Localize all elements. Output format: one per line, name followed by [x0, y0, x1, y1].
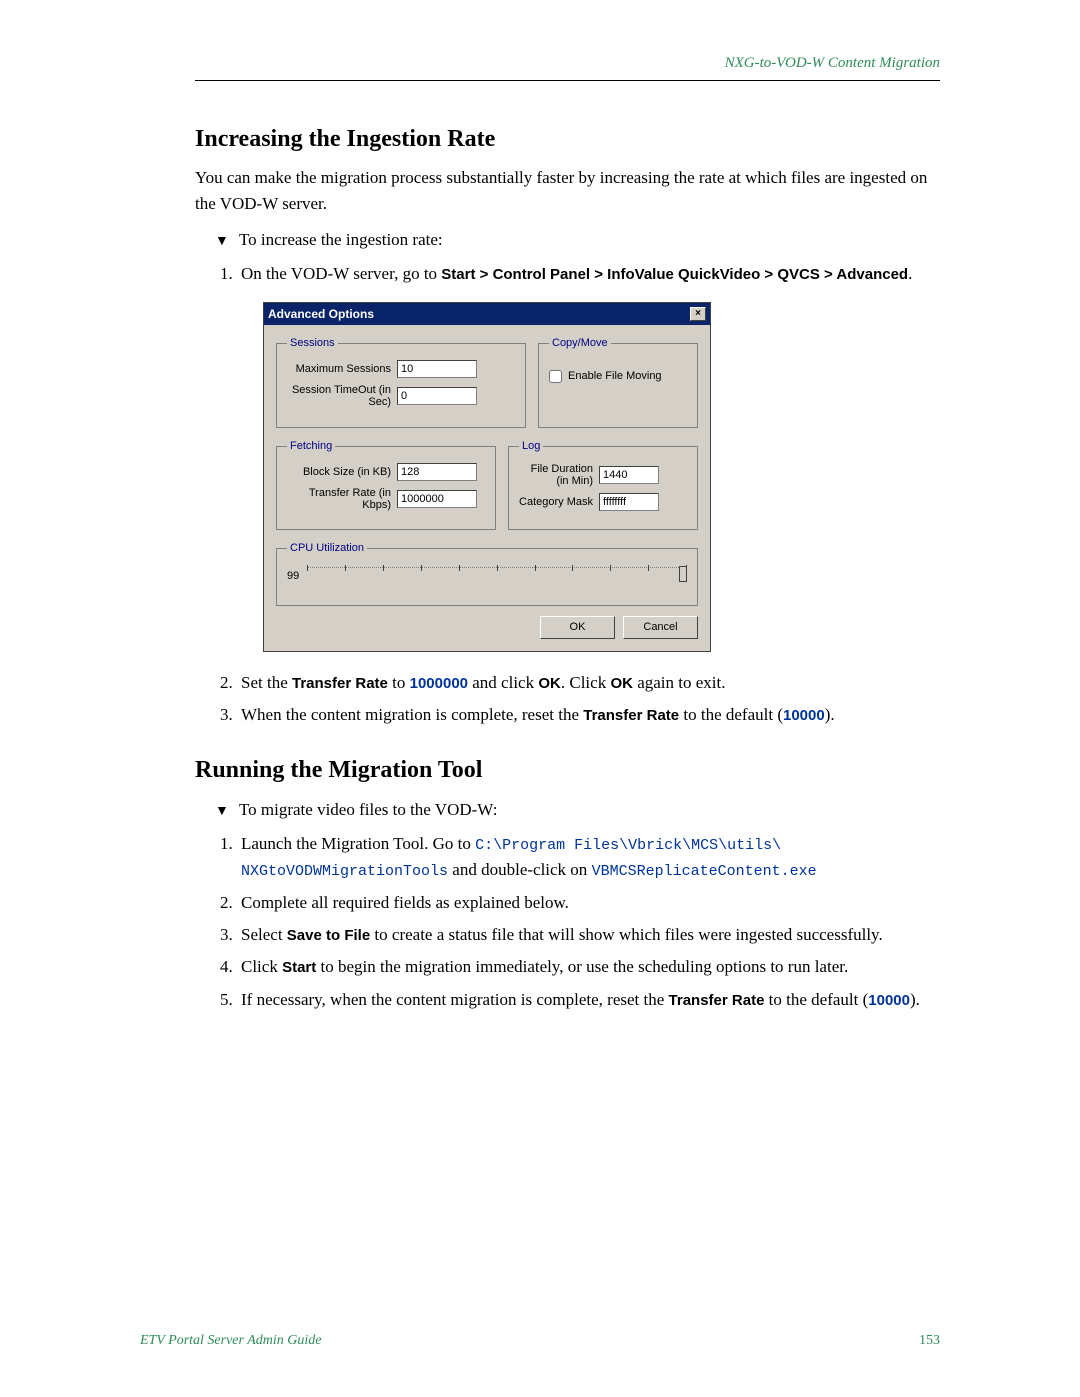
- text: 10000: [783, 707, 825, 724]
- footer-page-number: 153: [919, 1333, 940, 1349]
- session-timeout-input[interactable]: [397, 387, 477, 405]
- text: and click: [468, 673, 538, 692]
- text: Save to File: [287, 927, 370, 944]
- sessions-legend: Sessions: [287, 335, 338, 352]
- text: Transfer Rate: [669, 992, 765, 1009]
- dialog-title: Advanced Options: [268, 305, 374, 324]
- procedure-intro-2: ▼ To migrate video files to the VOD-W:: [215, 796, 940, 823]
- file-duration-input[interactable]: [599, 466, 659, 484]
- step-2-2: Complete all required fields as explaine…: [237, 890, 940, 916]
- procedure-intro-2-text: To migrate video files to the VOD-W:: [239, 800, 497, 819]
- text: again to exit.: [633, 673, 726, 692]
- text: to create a status file that will show w…: [370, 925, 883, 944]
- text: When the content migration is complete, …: [241, 705, 583, 724]
- block-size-input[interactable]: [397, 463, 477, 481]
- steps-list-1: On the VOD-W server, go to Start > Contr…: [237, 261, 940, 728]
- footer-guide-name: ETV Portal Server Admin Guide: [140, 1333, 321, 1349]
- log-legend: Log: [519, 438, 543, 455]
- advanced-options-dialog: Advanced Options × Sessions Maximum Sess…: [263, 302, 711, 652]
- copymove-legend: Copy/Move: [549, 335, 611, 352]
- text: ).: [910, 990, 920, 1009]
- text: Launch the Migration Tool. Go to: [241, 834, 475, 853]
- heading-running: Running the Migration Tool: [195, 757, 940, 784]
- log-group: Log File Duration (in Min) Category Mask: [508, 438, 698, 530]
- max-sessions-label: Maximum Sessions: [287, 363, 397, 375]
- fetching-legend: Fetching: [287, 438, 335, 455]
- step-2-3: Select Save to File to create a status f…: [237, 922, 940, 948]
- cpu-value: 99: [287, 568, 299, 585]
- category-mask-label: Category Mask: [519, 496, 599, 508]
- text: to the default (: [679, 705, 783, 724]
- step-1-2: Set the Transfer Rate to 1000000 and cli…: [237, 670, 940, 696]
- fetching-group: Fetching Block Size (in KB) Transfer Rat…: [276, 438, 496, 530]
- max-sessions-input[interactable]: [397, 360, 477, 378]
- triangle-down-icon: ▼: [215, 801, 235, 823]
- code-exe: VBMCSReplicateContent.exe: [592, 863, 817, 880]
- transfer-rate-label: Transfer Rate (in Kbps): [287, 487, 397, 511]
- step-2-5: If necessary, when the content migration…: [237, 987, 940, 1013]
- text: ).: [825, 705, 835, 724]
- text: to the default (: [764, 990, 868, 1009]
- enable-file-moving-label: Enable File Moving: [568, 368, 662, 385]
- text: OK: [610, 675, 633, 692]
- session-timeout-label: Session TimeOut (in Sec): [287, 384, 397, 408]
- close-icon[interactable]: ×: [690, 307, 706, 321]
- enable-file-moving-checkbox[interactable]: [549, 370, 562, 383]
- text: to begin the migration immediately, or u…: [316, 957, 848, 976]
- text: Transfer Rate: [292, 675, 388, 692]
- cpu-slider[interactable]: [307, 567, 687, 587]
- step-2-1: Launch the Migration Tool. Go to C:\Prog…: [237, 831, 940, 884]
- page-header: NXG-to-VOD-W Content Migration: [195, 55, 940, 72]
- slider-thumb-icon[interactable]: [679, 566, 687, 582]
- dialog-titlebar: Advanced Options ×: [264, 303, 710, 326]
- text: Select: [241, 925, 287, 944]
- ok-button[interactable]: OK: [540, 616, 615, 639]
- cancel-button[interactable]: Cancel: [623, 616, 698, 639]
- file-duration-label: File Duration (in Min): [519, 463, 599, 487]
- step-1-1: On the VOD-W server, go to Start > Contr…: [237, 261, 940, 651]
- text: to: [388, 673, 410, 692]
- text: Click: [241, 957, 282, 976]
- nav-path: Start > Control Panel > InfoValue QuickV…: [441, 266, 908, 283]
- copymove-group: Copy/Move Enable File Moving: [538, 335, 698, 427]
- header-rule: [195, 80, 940, 81]
- sessions-group: Sessions Maximum Sessions Session TimeOu…: [276, 335, 526, 427]
- text: Start: [282, 959, 316, 976]
- text: .: [908, 264, 912, 283]
- text: On the VOD-W server, go to: [241, 264, 441, 283]
- heading-ingestion: Increasing the Ingestion Rate: [195, 126, 940, 153]
- procedure-intro-1: ▼ To increase the ingestion rate:: [215, 226, 940, 253]
- text: Set the: [241, 673, 292, 692]
- procedure-intro-1-text: To increase the ingestion rate:: [239, 230, 443, 249]
- para-ingestion: You can make the migration process subst…: [195, 165, 940, 216]
- text: Transfer Rate: [583, 707, 679, 724]
- category-mask-input[interactable]: [599, 493, 659, 511]
- transfer-rate-input[interactable]: [397, 490, 477, 508]
- text: 1000000: [410, 675, 468, 692]
- page-footer: ETV Portal Server Admin Guide 153: [140, 1333, 940, 1349]
- text: OK: [538, 675, 561, 692]
- cpu-legend: CPU Utilization: [287, 540, 367, 557]
- step-2-4: Click Start to begin the migration immed…: [237, 954, 940, 980]
- text: 10000: [868, 992, 910, 1009]
- block-size-label: Block Size (in KB): [287, 466, 397, 478]
- text: If necessary, when the content migration…: [241, 990, 669, 1009]
- cpu-group: CPU Utilization 99: [276, 540, 698, 606]
- steps-list-2: Launch the Migration Tool. Go to C:\Prog…: [237, 831, 940, 1013]
- text: . Click: [561, 673, 611, 692]
- step-1-3: When the content migration is complete, …: [237, 702, 940, 728]
- triangle-down-icon: ▼: [215, 231, 235, 253]
- text: and double-click on: [448, 860, 592, 879]
